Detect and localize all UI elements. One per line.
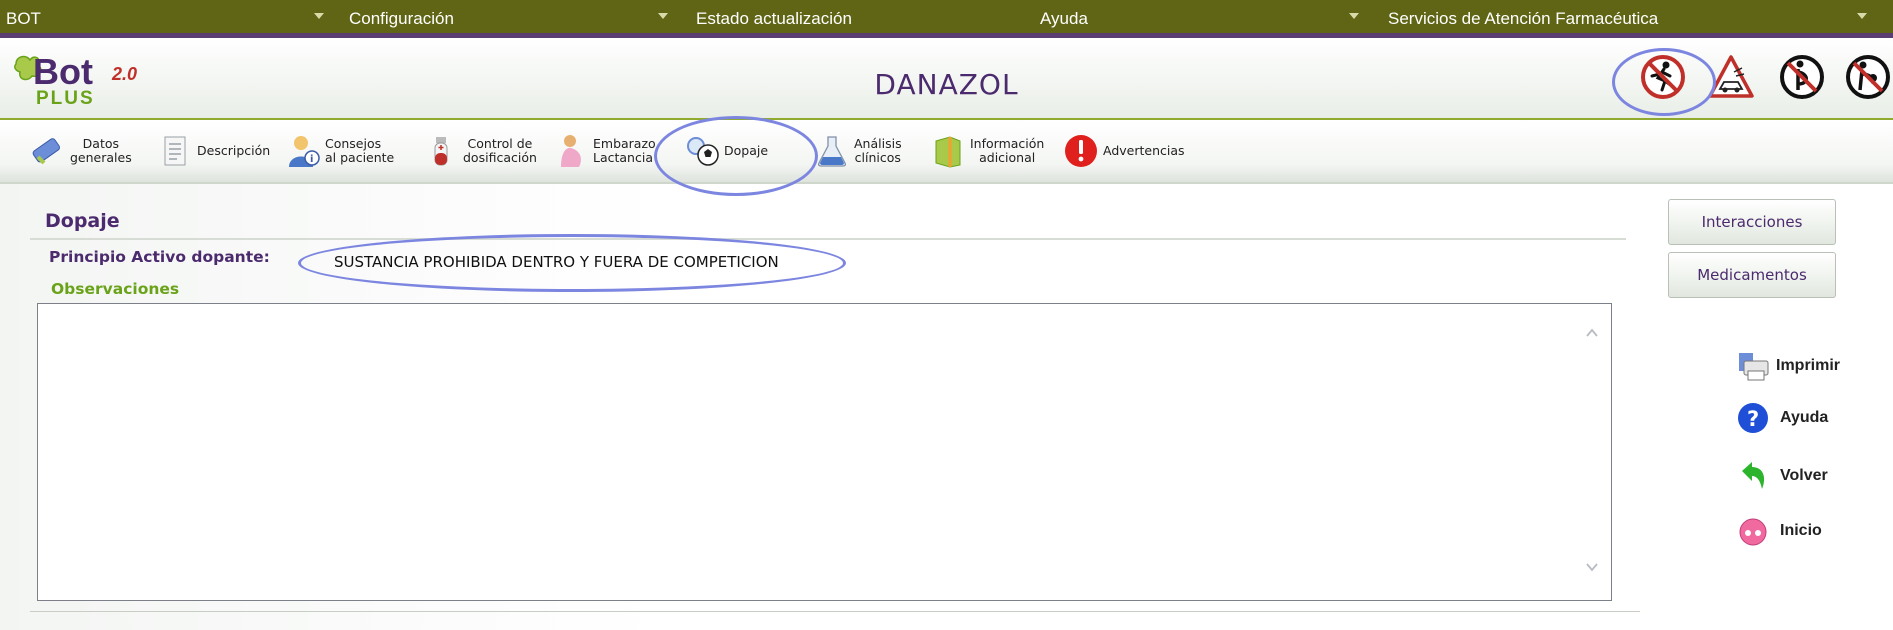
tab-label: Dopaje bbox=[724, 143, 769, 158]
tab-label: Control de dosificación bbox=[463, 136, 537, 165]
driving-warning-icon[interactable] bbox=[1706, 52, 1756, 102]
interacciones-button[interactable]: Interacciones bbox=[1668, 199, 1836, 245]
soccer-ball-magnifier-icon bbox=[687, 137, 719, 166]
chevron-down-icon[interactable] bbox=[314, 13, 324, 19]
menu-estado-actualizacion[interactable]: Estado actualización bbox=[696, 9, 852, 29]
tab-label: Datos generales bbox=[70, 136, 132, 165]
alert-icon bbox=[1065, 135, 1097, 167]
chevron-down-icon[interactable] bbox=[1857, 13, 1867, 19]
tab-informacion-adicional[interactable]: Información adicional bbox=[930, 130, 1044, 172]
observaciones-textarea[interactable] bbox=[37, 303, 1612, 601]
menu-ayuda[interactable]: Ayuda bbox=[1040, 9, 1088, 29]
svg-text:i: i bbox=[310, 154, 313, 165]
tab-label: Análisis clínicos bbox=[854, 136, 902, 165]
inicio-action[interactable]: Inicio bbox=[1736, 513, 1822, 549]
tab-label: Advertencias bbox=[1103, 143, 1185, 158]
medicamentos-button[interactable]: Medicamentos bbox=[1668, 252, 1836, 298]
tab-label: Consejos al paciente bbox=[325, 136, 395, 165]
chevron-down-icon[interactable] bbox=[658, 13, 668, 19]
doping-warning-icon[interactable] bbox=[1638, 52, 1688, 102]
tab-embarazo-lactancia[interactable]: Embarazo Lactancia bbox=[553, 130, 656, 172]
toolbar: Datos generales Descripción i Consejos a… bbox=[0, 120, 1893, 184]
pregnant-woman-icon bbox=[561, 135, 581, 167]
action-label: Imprimir bbox=[1776, 357, 1841, 374]
tab-dopaje[interactable]: Dopaje bbox=[684, 130, 768, 172]
printer-icon bbox=[1739, 353, 1769, 381]
menubar: BOT Configuración Estado actualización A… bbox=[0, 0, 1893, 38]
menu-bot[interactable]: BOT bbox=[6, 9, 41, 29]
home-icon bbox=[1739, 518, 1767, 546]
ayuda-action[interactable]: ? Ayuda bbox=[1736, 400, 1828, 436]
pregnancy-warning-icon[interactable] bbox=[1777, 52, 1827, 102]
drug-title: DANAZOL bbox=[874, 68, 1019, 101]
action-label: Inicio bbox=[1780, 522, 1822, 539]
observaciones-label: Observaciones bbox=[51, 280, 180, 298]
flask-icon bbox=[817, 136, 847, 167]
scroll-up-icon[interactable] bbox=[1585, 326, 1599, 340]
tab-consejos-paciente[interactable]: i Consejos al paciente bbox=[285, 130, 394, 172]
document-icon bbox=[164, 136, 186, 166]
header: Bot 2.0 PLUS DANAZOL bbox=[0, 38, 1893, 120]
tab-advertencias[interactable]: Advertencias bbox=[1063, 130, 1185, 172]
section-title: Dopaje bbox=[45, 210, 120, 232]
tab-label: Información adicional bbox=[970, 136, 1045, 165]
tab-control-dosificacion[interactable]: Control de dosificación bbox=[423, 130, 537, 172]
datos-generales-icon bbox=[32, 138, 61, 165]
action-label: Volver bbox=[1780, 467, 1828, 484]
vial-icon bbox=[434, 137, 448, 166]
lactation-warning-icon[interactable] bbox=[1843, 52, 1893, 102]
tab-label: Descripción bbox=[197, 143, 271, 158]
imprimir-action[interactable]: Imprimir bbox=[1736, 348, 1840, 384]
principio-activo-label: Principio Activo dopante: bbox=[49, 248, 270, 266]
back-arrow-icon bbox=[1742, 462, 1765, 489]
tab-descripcion[interactable]: Descripción bbox=[157, 130, 270, 172]
chevron-down-icon[interactable] bbox=[1349, 13, 1359, 19]
patient-info-icon: i bbox=[289, 136, 320, 167]
menu-configuracion[interactable]: Configuración bbox=[349, 9, 454, 29]
tab-analisis-clinicos[interactable]: Análisis clínicos bbox=[814, 130, 902, 172]
tab-label: Embarazo Lactancia bbox=[593, 136, 656, 165]
divider bbox=[30, 238, 1626, 240]
book-icon bbox=[935, 136, 961, 168]
principio-activo-value: SUSTANCIA PROHIBIDA DENTRO Y FUERA DE CO… bbox=[334, 253, 779, 271]
volver-action[interactable]: Volver bbox=[1736, 458, 1828, 494]
help-icon: ? bbox=[1738, 403, 1768, 433]
svg-text:?: ? bbox=[1747, 407, 1759, 431]
action-label: Ayuda bbox=[1780, 409, 1829, 426]
menu-servicios-atencion-farmaceutica[interactable]: Servicios de Atención Farmacéutica bbox=[1388, 9, 1658, 29]
scroll-down-icon[interactable] bbox=[1585, 560, 1599, 574]
tab-datos-generales[interactable]: Datos generales bbox=[30, 130, 132, 172]
divider bbox=[30, 611, 1640, 612]
